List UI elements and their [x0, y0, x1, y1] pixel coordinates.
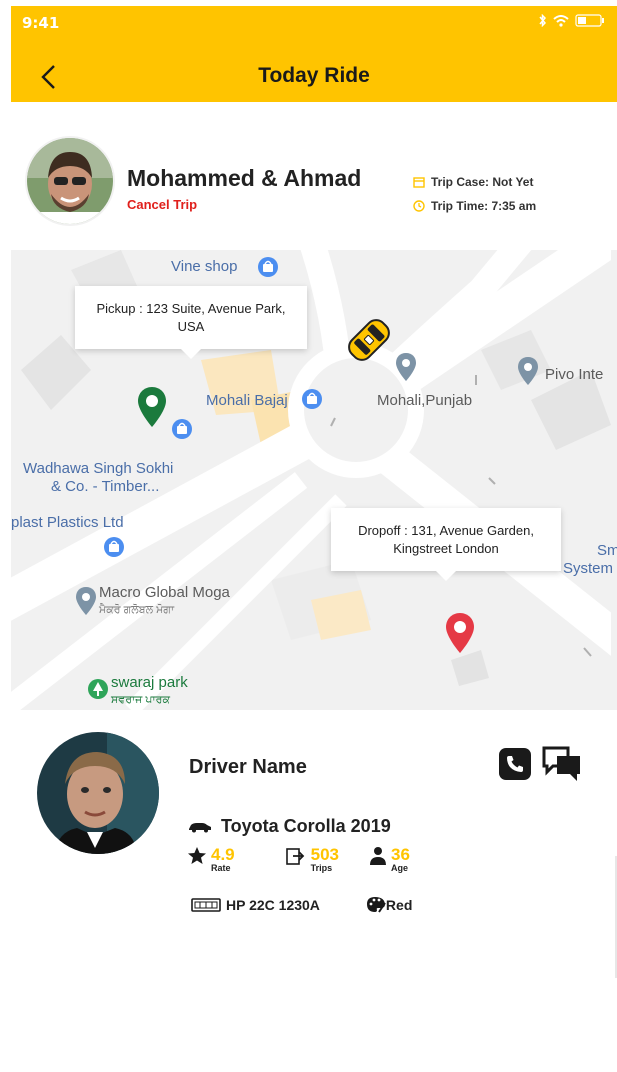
rider-names: Mohammed & Ahmad — [127, 165, 362, 191]
pickup-callout[interactable]: Pickup : 123 Suite, Avenue Park, USA — [75, 286, 307, 360]
rate-value: 4.9 — [211, 845, 235, 864]
trips-label: Trips — [310, 863, 333, 873]
chat-button[interactable] — [541, 744, 583, 786]
rate-label: Rate — [211, 863, 231, 873]
stat-age: 36 Age — [369, 846, 410, 873]
driver-avatar — [37, 732, 159, 854]
page-title: Today Ride — [258, 64, 370, 87]
map-view[interactable]: Vine shop Mohali Bajaj Mohali,Punjab Piv… — [11, 250, 617, 710]
shop-icon — [172, 419, 192, 439]
plate-number: HP 22C 1230A — [226, 897, 320, 913]
driver-name: Driver Name — [189, 756, 307, 778]
shop-icon — [104, 537, 124, 557]
place-macro-sub: ਮੈਕਰੋ ਗਲੋਬਲ ਮੋਗਾ — [99, 604, 175, 616]
star-icon — [188, 847, 206, 864]
shop-icon — [258, 257, 278, 277]
park-icon — [88, 679, 108, 699]
app-screen: 9:41 Today Ride Mohammed & Ahmad Cancel … — [11, 6, 617, 1072]
trip-meta: Trip Case: Not Yet Trip Time: 7:35 am — [413, 170, 536, 218]
place-macro[interactable]: Macro Global Moga — [99, 584, 230, 601]
shop-icon — [302, 389, 322, 409]
location-pin-icon — [396, 353, 416, 381]
trip-time-row: Trip Time: 7:35 am — [413, 194, 536, 218]
status-time: 9:41 — [22, 14, 60, 32]
car-model: Toyota Corolla 2019 — [221, 816, 391, 836]
trip-case-text: Trip Case: Not Yet — [431, 175, 534, 189]
stat-trips: 503 Trips — [285, 846, 339, 873]
calendar-icon — [413, 177, 425, 188]
dropoff-address: Dropoff : 131, Avenue Garden, Kingstreet… — [358, 523, 534, 556]
plate-row: HP 22C 1230A Red — [191, 896, 412, 914]
taxi-car-icon[interactable] — [343, 314, 395, 366]
place-vine-shop[interactable]: Vine shop — [171, 258, 237, 275]
ride-info-card: Mohammed & Ahmad Cancel Trip Trip Case: … — [11, 102, 617, 250]
dropoff-callout[interactable]: Dropoff : 131, Avenue Garden, Kingstreet… — [331, 508, 561, 582]
car-icon — [189, 822, 211, 832]
phone-icon — [507, 756, 523, 772]
place-plastics[interactable]: plast Plastics Ltd — [11, 514, 124, 531]
trip-time-text: Trip Time: 7:35 am — [431, 199, 537, 213]
bluetooth-icon — [539, 14, 547, 27]
cancel-trip-button[interactable]: Cancel Trip — [127, 197, 197, 212]
location-pin-icon — [76, 587, 96, 615]
pickup-pin-icon[interactable] — [137, 386, 167, 428]
battery-icon — [575, 14, 604, 27]
place-mohali-punjab[interactable]: Mohali,Punjab — [377, 392, 472, 409]
age-label: Age — [391, 863, 409, 873]
driver-card: Driver Name Toyota Corolla 2019 4.9 Rate … — [11, 710, 617, 1072]
place-sm-line2: System — [563, 560, 614, 577]
stat-rate: 4.9 Rate — [187, 846, 235, 873]
status-icons — [539, 14, 605, 27]
person-icon — [370, 847, 387, 865]
place-swaraj-park[interactable]: swaraj park — [111, 674, 188, 691]
dropoff-pin-icon[interactable] — [445, 612, 475, 654]
trip-case-row: Trip Case: Not Yet — [413, 170, 536, 194]
license-plate-icon — [191, 898, 221, 912]
pickup-address: Pickup : 123 Suite, Avenue Park, USA — [96, 301, 286, 334]
trips-icon — [285, 848, 304, 865]
place-sm-line1: Sm — [597, 542, 617, 559]
clock-icon — [413, 200, 425, 212]
place-swaraj-sub: ਸਵਰਾਜ ਪਾਰਕ — [111, 694, 170, 706]
car-row: Toyota Corolla 2019 — [187, 816, 391, 837]
car-color: Red — [385, 897, 413, 913]
driver-stats: 4.9 Rate 503 Trips 36 Age — [187, 846, 440, 873]
age-value: 36 — [391, 845, 410, 864]
header-bar: 9:41 Today Ride — [11, 6, 617, 102]
rider-avatar — [27, 138, 113, 224]
wifi-icon — [553, 14, 569, 27]
place-mohali-bajaj[interactable]: Mohali Bajaj — [206, 392, 288, 409]
place-pivo[interactable]: Pivo Inte — [545, 366, 603, 383]
call-button[interactable] — [499, 748, 531, 780]
location-pin-icon — [518, 357, 538, 385]
trips-value: 503 — [310, 845, 340, 864]
place-wadhawa-line2: & Co. - Timber... — [51, 478, 160, 495]
palette-icon — [366, 897, 386, 913]
place-wadhawa-line1[interactable]: Wadhawa Singh Sokhi — [23, 460, 173, 477]
